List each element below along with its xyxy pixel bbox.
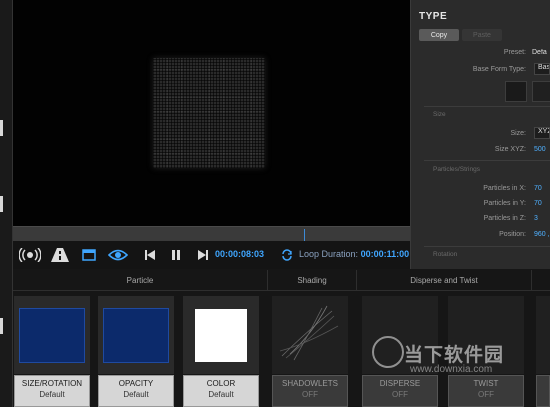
left-edge-strip xyxy=(0,0,13,407)
section-size: Size xyxy=(433,111,446,118)
divider xyxy=(424,106,550,107)
loop-duration-text: Loop Duration: xyxy=(299,249,359,259)
particles-y-label: Particles in Y: xyxy=(483,200,526,207)
skip-to-end-icon[interactable] xyxy=(195,246,211,264)
base-form-dropdown[interactable]: Base xyxy=(534,63,550,75)
divider xyxy=(424,246,550,247)
size-dropdown[interactable]: XYZ xyxy=(534,127,550,139)
preset-value[interactable]: Defa xyxy=(532,49,550,56)
preset-label: Preset: xyxy=(503,49,526,56)
tab-subtitle: Default xyxy=(208,390,234,399)
playhead-marker[interactable] xyxy=(304,229,305,241)
disperse-tab[interactable]: DISPERSE OFF xyxy=(362,375,438,407)
twist-tab[interactable]: TWIST OFF xyxy=(448,375,524,407)
tab-title: DISPERSE xyxy=(379,379,421,388)
edge-marker xyxy=(0,120,3,136)
current-time-display: 00:00:08:03 xyxy=(215,249,265,259)
paste-button[interactable]: Paste xyxy=(462,29,502,41)
tab-subtitle: OFF xyxy=(478,390,494,399)
tab-subtitle: Default xyxy=(39,390,65,399)
tab-title: SHADOWLETS xyxy=(281,379,338,388)
position-value[interactable]: 960 , xyxy=(534,231,550,238)
size-rotation-swatch xyxy=(19,307,85,363)
tab-subtitle: Default xyxy=(123,390,149,399)
watermark-text: 当下软件园 xyxy=(404,345,505,366)
tab-title: OPACITY xyxy=(118,379,154,388)
extra-tab[interactable] xyxy=(536,375,550,407)
size-rotation-tab[interactable]: SIZE/ROTATION Default xyxy=(14,375,90,407)
tab-title: TWIST xyxy=(473,379,499,388)
position-label: Position: xyxy=(499,231,526,238)
color-swatch xyxy=(195,308,247,362)
panel-title: TYPE xyxy=(419,11,448,22)
particles-z-value[interactable]: 3 xyxy=(534,215,538,222)
watermark-logo-icon xyxy=(372,336,404,368)
tab-title: SIZE/ROTATION xyxy=(21,379,83,388)
edge-marker xyxy=(0,196,3,212)
shadowlets-card[interactable] xyxy=(272,296,348,374)
loop-duration-label: Loop Duration: 00:00:11:00 xyxy=(299,249,409,259)
tab-subtitle: OFF xyxy=(392,390,408,399)
color-card[interactable] xyxy=(183,296,259,374)
size-label: Size: xyxy=(510,130,526,137)
size-rotation-card[interactable] xyxy=(14,296,90,374)
extra-section-header xyxy=(532,270,550,291)
particle-section-header: Particle xyxy=(13,270,268,291)
pause-icon[interactable] xyxy=(168,246,184,264)
shadowlets-tab[interactable]: SHADOWLETS OFF xyxy=(272,375,348,407)
base-form-thumbnail[interactable] xyxy=(505,81,527,102)
road-perspective-icon[interactable] xyxy=(50,246,70,264)
eye-icon[interactable] xyxy=(107,246,129,264)
particle-grid-preview xyxy=(153,58,265,168)
base-form-label: Base Form Type: xyxy=(472,66,526,73)
size-xyz-label: Size XYZ: xyxy=(494,146,526,153)
base-form-thumbnail-2[interactable] xyxy=(532,81,550,102)
opacity-tab[interactable]: OPACITY Default xyxy=(98,375,174,407)
loop-duration-value: 00:00:11:00 xyxy=(360,249,410,259)
watermark-url: www.downxia.com xyxy=(410,364,493,375)
color-tab[interactable]: COLOR Default xyxy=(183,375,259,407)
divider xyxy=(424,160,550,161)
particles-x-value[interactable]: 70 xyxy=(534,185,542,192)
opacity-card[interactable] xyxy=(98,296,174,374)
strands-icon xyxy=(279,305,339,361)
opacity-swatch xyxy=(103,307,169,363)
timeline-scrubber[interactable] xyxy=(13,226,410,241)
shading-section-header: Shading xyxy=(268,270,357,291)
size-xyz-value[interactable]: 500 xyxy=(534,146,546,153)
extra-card[interactable] xyxy=(536,296,550,374)
copy-button[interactable]: Copy xyxy=(419,29,459,41)
loop-icon[interactable] xyxy=(280,246,294,264)
section-particles: Particles/Strings xyxy=(433,166,480,173)
tab-subtitle: OFF xyxy=(302,390,318,399)
tab-title: COLOR xyxy=(206,379,236,388)
section-rotation: Rotation xyxy=(433,251,458,258)
broadcast-icon[interactable] xyxy=(19,246,41,264)
edge-marker xyxy=(0,318,3,334)
particles-x-label: Particles in X: xyxy=(483,185,526,192)
particles-z-label: Particles in Z: xyxy=(483,215,526,222)
window-icon[interactable] xyxy=(80,246,98,264)
skip-to-start-icon[interactable] xyxy=(142,246,158,264)
disperse-twist-section-header: Disperse and Twist xyxy=(357,270,532,291)
particles-y-value[interactable]: 70 xyxy=(534,200,542,207)
